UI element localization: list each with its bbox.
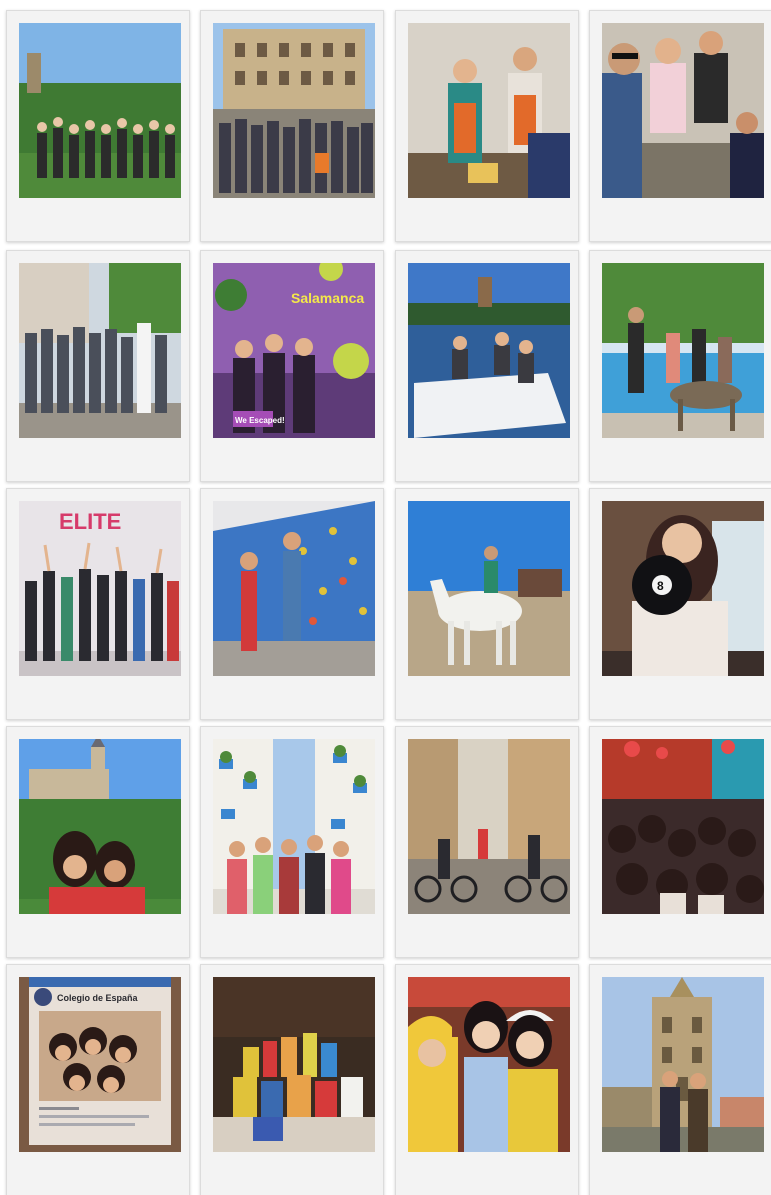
polaroid-11[interactable] [395,488,579,720]
photo-dance-class: ELITE [19,501,181,676]
photo-bicycles-street [408,739,570,914]
photo-cathedral-tower [602,977,764,1152]
polaroid-8[interactable] [589,250,771,482]
photo-instagram-frame: Colegio de España [19,977,181,1152]
svg-text:8: 8 [657,579,664,593]
dance-studio-sign-text: ELITE [59,509,121,534]
polaroid-14[interactable] [200,726,384,958]
escape-room-sign-text: We Escaped! [235,416,285,425]
polaroid-3[interactable] [395,10,579,242]
polaroid-17[interactable]: Colegio de España [6,964,190,1195]
photo-group-park-castle [19,23,181,198]
polaroid-13[interactable] [6,726,190,958]
photo-grid: Salamanca We Escaped! ELITE 8 Colegio de… [0,0,771,1195]
photo-escape-room: Salamanca We Escaped! [213,263,375,438]
escape-room-badge-text: Salamanca [291,290,364,306]
polaroid-19[interactable] [395,964,579,1195]
photo-friends-sitting [602,23,764,198]
photo-horse-riding [408,501,570,676]
instagram-account-title: Colegio de España [57,993,139,1003]
polaroid-6[interactable]: Salamanca We Escaped! [200,250,384,482]
polaroid-9[interactable]: ELITE [6,488,190,720]
polaroid-4[interactable] [589,10,771,242]
photo-food-donation [213,977,375,1152]
polaroid-12[interactable]: 8 [589,488,771,720]
photo-cooking-class [408,23,570,198]
photo-pedal-boat-river [408,263,570,438]
polaroid-10[interactable] [200,488,384,720]
polaroid-16[interactable] [589,726,771,958]
photo-group-street [19,263,181,438]
photo-friends-yellow-hats [408,977,570,1152]
photo-pool-dog [602,263,764,438]
photo-group-plaza-building [213,23,375,198]
polaroid-1[interactable] [6,10,190,242]
polaroid-5[interactable] [6,250,190,482]
photo-flower-street-group [213,739,375,914]
polaroid-7[interactable] [395,250,579,482]
photo-bowling-ball: 8 [602,501,764,676]
polaroid-20[interactable] [589,964,771,1195]
photo-christmas-party [602,739,764,914]
photo-climbing-wall [213,501,375,676]
photo-two-friends-castle [19,739,181,914]
polaroid-15[interactable] [395,726,579,958]
polaroid-2[interactable] [200,10,384,242]
polaroid-18[interactable] [200,964,384,1195]
